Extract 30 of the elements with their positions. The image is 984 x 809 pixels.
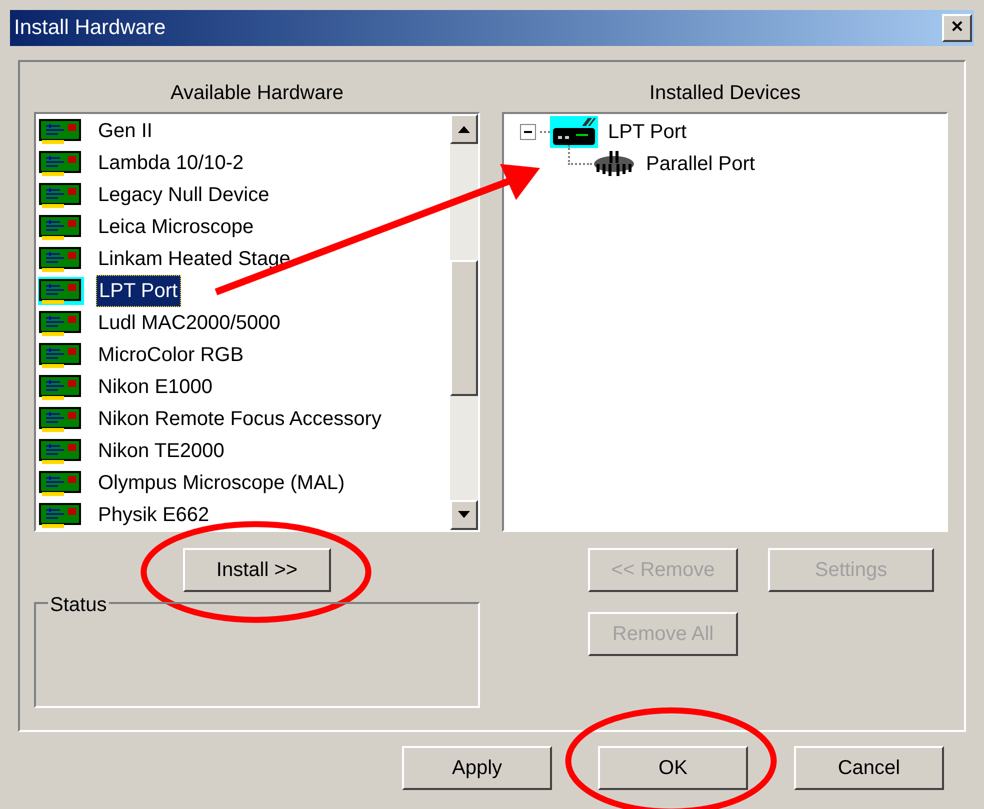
list-item[interactable]: LPT Port [96, 275, 181, 307]
panel-heading: Installed Devices [649, 81, 801, 106]
list-item[interactable]: Nikon Remote Focus Accessory [96, 404, 384, 434]
close-button[interactable]: ✕ [942, 14, 972, 42]
action-button[interactable]: Cancel [794, 746, 944, 790]
tree-item-label[interactable]: Parallel Port [646, 149, 755, 179]
scroll-up-button[interactable] [450, 114, 478, 144]
tree-connector [568, 145, 592, 165]
list-item[interactable]: Lambda 10/10-2 [96, 148, 246, 178]
list-item[interactable]: Gen II [96, 116, 154, 146]
down-arrow-icon [458, 511, 470, 519]
list-item[interactable]: Olympus Microscope (MAL) [96, 468, 347, 498]
list-item[interactable]: Physik E662 [96, 500, 212, 530]
list-item[interactable]: MicroColor RGB [96, 340, 246, 370]
list-item[interactable]: Ludl MAC2000/5000 [96, 308, 282, 338]
collapse-toggle[interactable] [520, 124, 536, 140]
scroll-down-button[interactable] [450, 500, 478, 530]
list-item[interactable]: Nikon E1000 [96, 372, 215, 402]
action-button[interactable]: Install >> [183, 548, 331, 592]
scroll-thumb[interactable] [450, 260, 478, 396]
list-item[interactable]: Nikon TE2000 [96, 436, 226, 466]
list-item[interactable]: Leica Microscope [96, 212, 256, 242]
action-button[interactable]: OK [598, 746, 748, 790]
panel-heading: Available Hardware [170, 81, 344, 106]
action-button[interactable]: Apply [402, 746, 552, 790]
list-item[interactable]: Legacy Null Device [96, 180, 272, 210]
up-arrow-icon [458, 125, 470, 133]
tree-item-label[interactable]: LPT Port [608, 117, 687, 147]
window-title: Install Hardware [14, 15, 166, 42]
scrollbar[interactable] [450, 114, 478, 530]
